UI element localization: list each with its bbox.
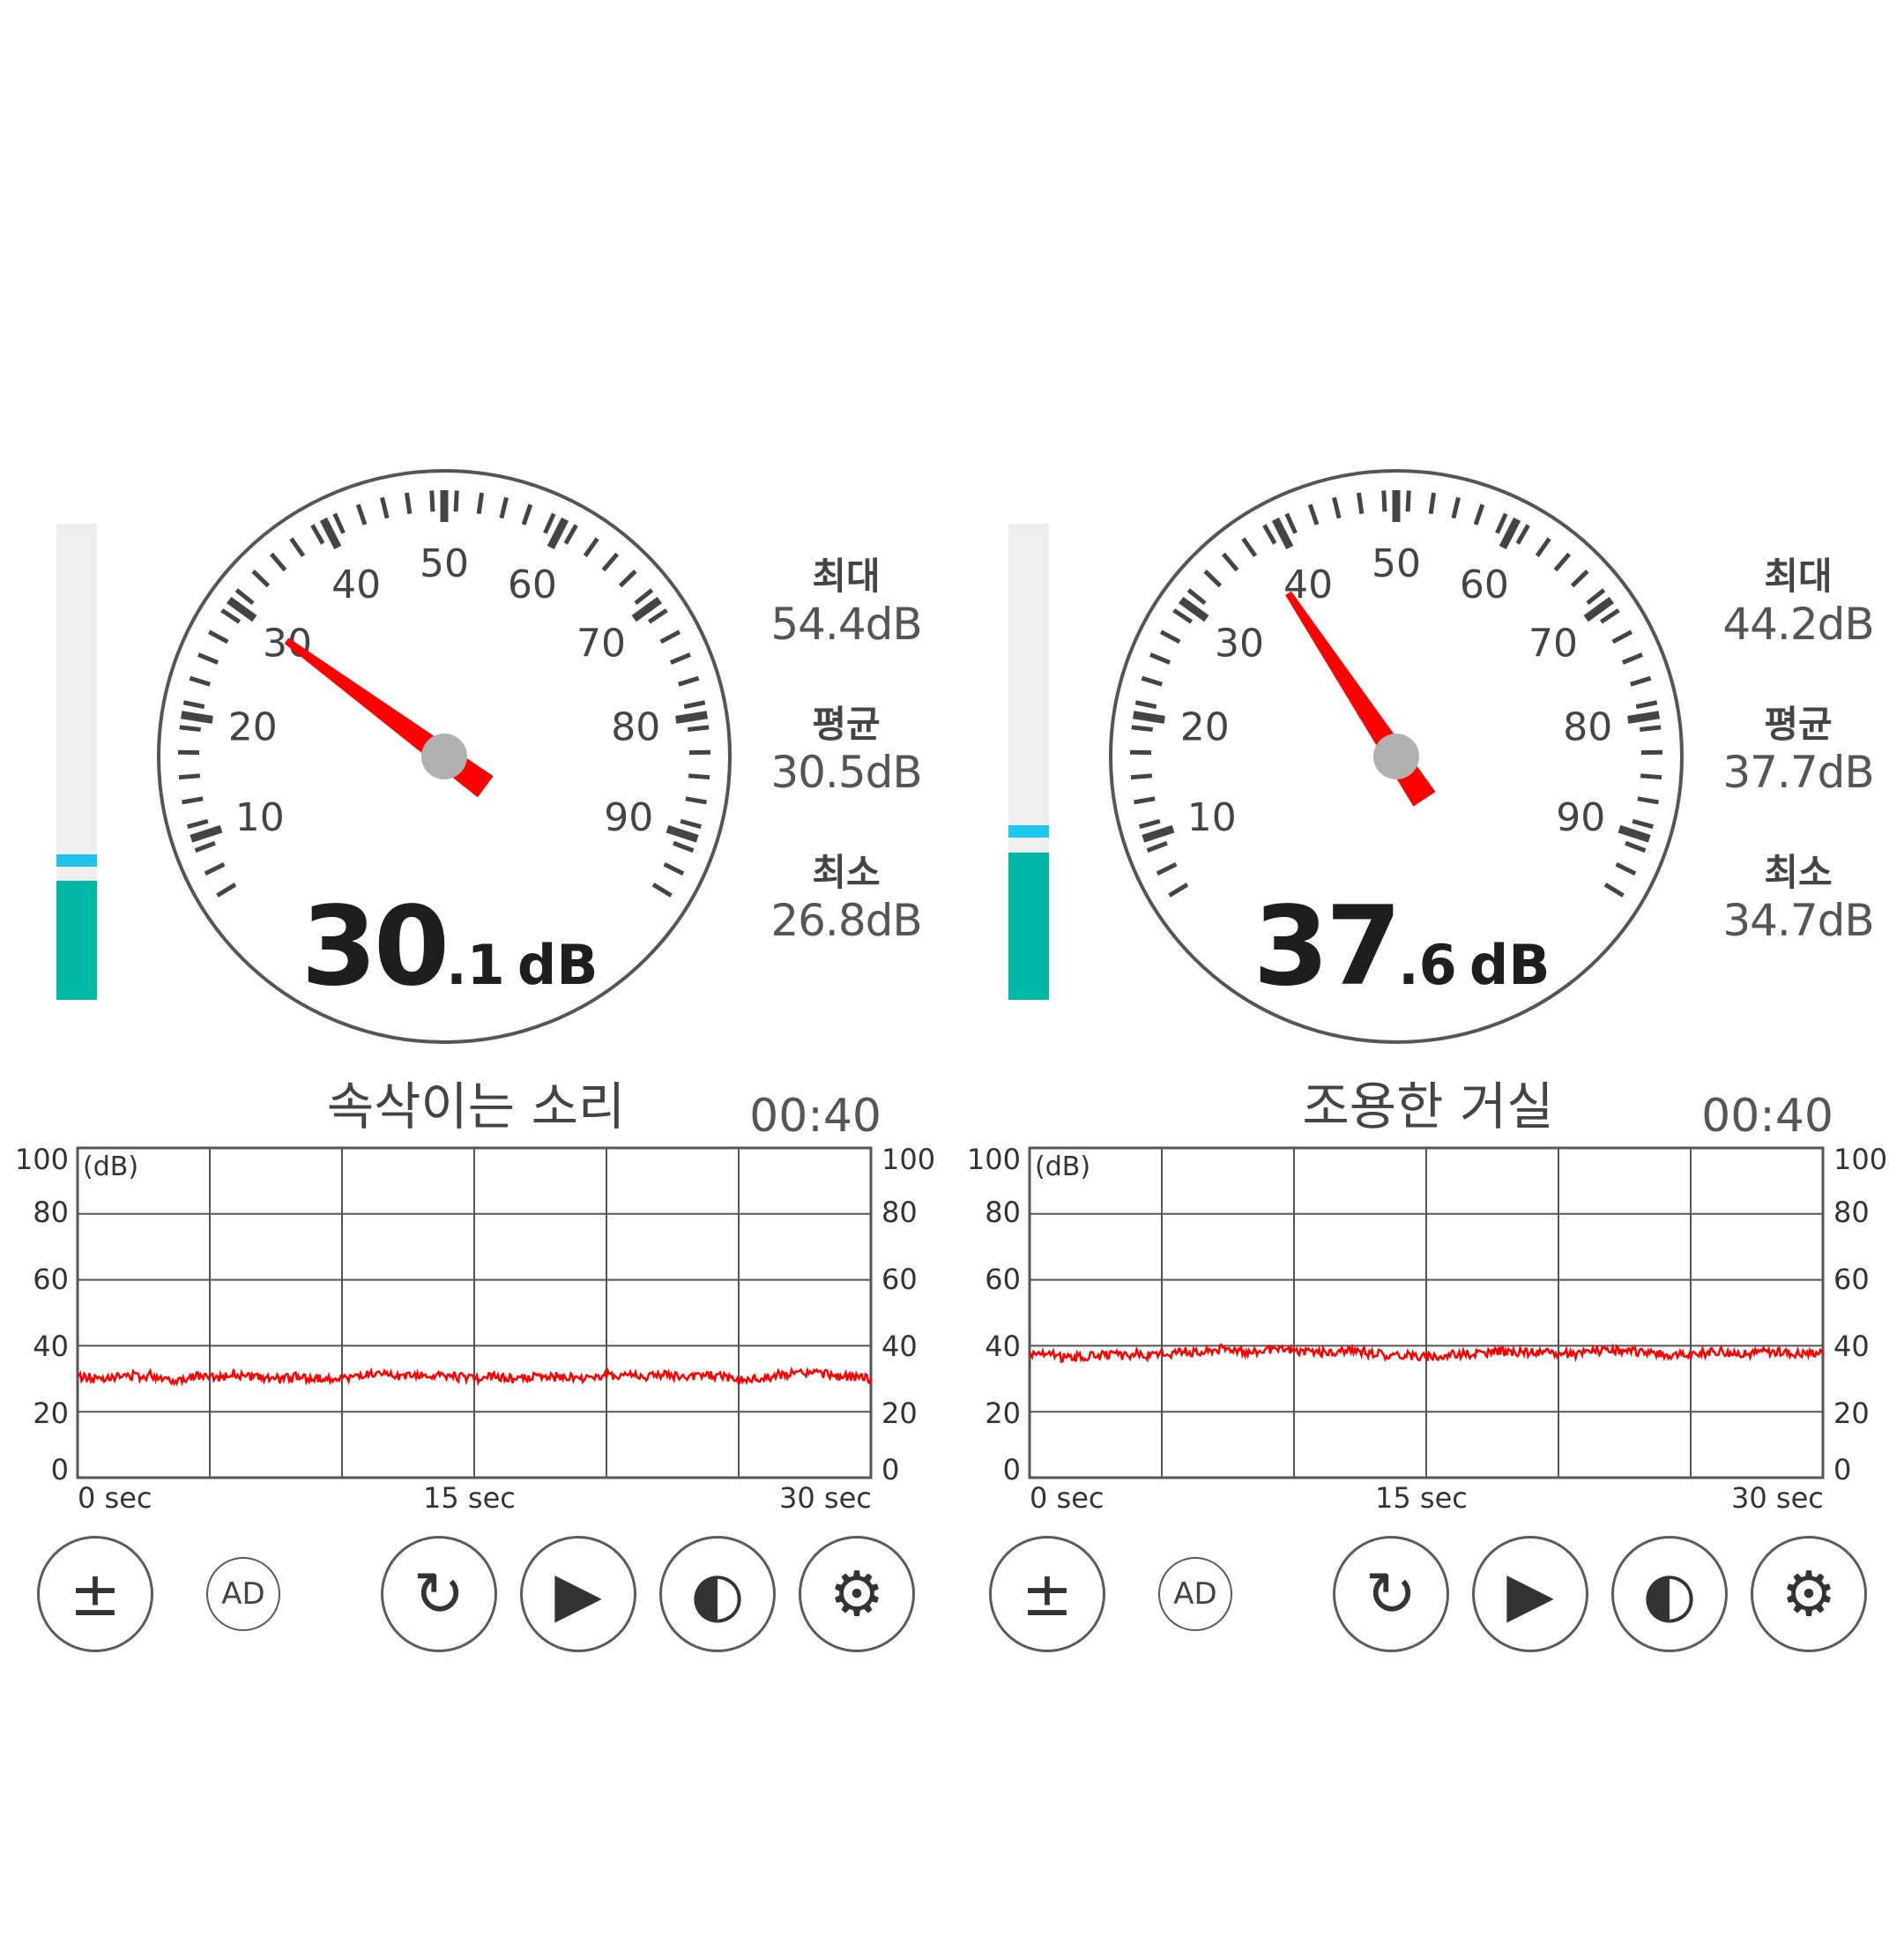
x-tick: 30 sec <box>779 1481 872 1515</box>
calibrate-button[interactable]: ± <box>37 1536 153 1652</box>
y-tick-left: 20 <box>985 1397 1021 1430</box>
y-tick-left: 60 <box>985 1263 1021 1296</box>
y-tick-left: 80 <box>33 1196 69 1229</box>
refresh-icon: ↻ <box>1365 1558 1417 1630</box>
y-tick-left: 80 <box>985 1196 1021 1229</box>
x-tick: 15 sec <box>423 1481 516 1515</box>
x-tick: 30 sec <box>1731 1481 1824 1515</box>
plus-minus-icon: ± <box>1021 1558 1074 1630</box>
refresh-icon: ↻ <box>413 1558 465 1630</box>
ad-icon: AD <box>1173 1576 1217 1612</box>
play-button[interactable]: ▶ <box>520 1536 636 1652</box>
reset-button[interactable]: ↻ <box>381 1536 497 1652</box>
settings-button[interactable]: ⚙ <box>1751 1536 1867 1652</box>
x-tick: 0 sec <box>78 1481 152 1515</box>
y-tick-left: 20 <box>33 1397 69 1430</box>
history-chart <box>76 1146 873 1479</box>
y-tick-right: 100 <box>881 1143 936 1176</box>
x-tick: 0 sec <box>1030 1481 1104 1515</box>
y-tick-left: 100 <box>966 1143 1021 1176</box>
gear-icon: ⚙ <box>829 1558 885 1630</box>
y-tick-left: 60 <box>33 1263 69 1296</box>
contrast-icon: ◐ <box>1642 1558 1697 1630</box>
ad-button[interactable]: AD <box>1158 1557 1232 1631</box>
y-tick-left: 0 <box>50 1453 69 1486</box>
y-tick-left: 40 <box>985 1330 1021 1363</box>
chart-unit-label: (dB) <box>83 1151 139 1182</box>
y-tick-right: 60 <box>881 1263 918 1296</box>
y-tick-right: 20 <box>1833 1397 1870 1430</box>
chart-unit-label: (dB) <box>1035 1151 1091 1182</box>
meter-panel-right: 10 20 30 40 50 60 70 80 90 37.6 dB 최대 44.2dB 평균 3… <box>952 0 1904 1952</box>
y-tick-right: 20 <box>881 1397 918 1430</box>
y-tick-right: 80 <box>881 1196 918 1229</box>
history-chart <box>1028 1146 1825 1479</box>
ad-icon: AD <box>221 1576 265 1612</box>
y-tick-right: 0 <box>881 1453 900 1486</box>
y-tick-right: 80 <box>1833 1196 1870 1229</box>
reset-button[interactable]: ↻ <box>1333 1536 1449 1652</box>
y-tick-right: 60 <box>1833 1263 1870 1296</box>
meter-panel-left: 102030405060708090 30.1dB 최대 54.4dB 평균 3… <box>0 0 952 1952</box>
y-tick-right: 40 <box>1833 1330 1870 1363</box>
x-tick: 15 sec <box>1375 1481 1468 1515</box>
play-icon: ▶ <box>1506 1558 1554 1630</box>
theme-button[interactable]: ◐ <box>1611 1536 1728 1652</box>
play-icon: ▶ <box>554 1558 602 1630</box>
ad-button[interactable]: AD <box>206 1557 280 1631</box>
plus-minus-icon: ± <box>69 1558 122 1630</box>
y-tick-right: 40 <box>881 1330 918 1363</box>
y-tick-left: 0 <box>1002 1453 1021 1486</box>
y-tick-right: 0 <box>1833 1453 1852 1486</box>
settings-button[interactable]: ⚙ <box>799 1536 915 1652</box>
contrast-icon: ◐ <box>690 1558 745 1630</box>
y-tick-left: 40 <box>33 1330 69 1363</box>
play-button[interactable]: ▶ <box>1472 1536 1588 1652</box>
theme-button[interactable]: ◐ <box>659 1536 776 1652</box>
calibrate-button[interactable]: ± <box>989 1536 1105 1652</box>
y-tick-left: 100 <box>14 1143 69 1176</box>
gear-icon: ⚙ <box>1781 1558 1837 1630</box>
y-tick-right: 100 <box>1833 1143 1888 1176</box>
